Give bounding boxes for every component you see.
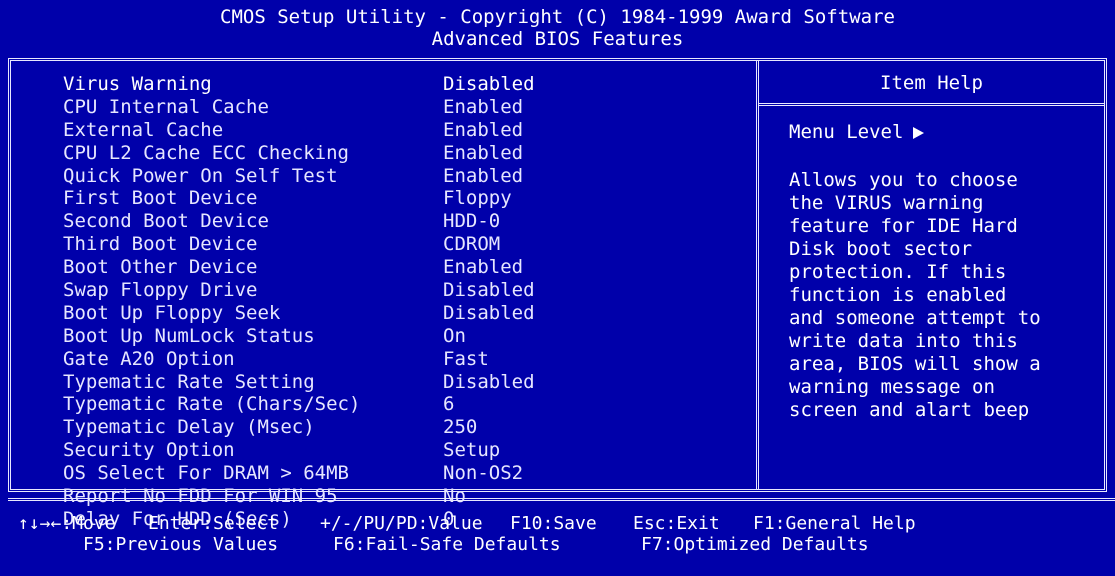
- setting-value[interactable]: Disabled: [443, 371, 535, 394]
- setting-label: Quick Power On Self Test: [63, 164, 338, 187]
- setting-boot-up-floppy-seek[interactable]: Boot Up Floppy Seek Disabled: [63, 302, 743, 325]
- setting-swap-floppy-drive[interactable]: Swap Floppy Drive Disabled: [63, 279, 743, 302]
- setting-value[interactable]: Enabled: [443, 96, 523, 119]
- setting-typematic-rate[interactable]: Typematic Rate (Chars/Sec) 6: [63, 393, 743, 416]
- setting-cpu-l2-cache-ecc[interactable]: CPU L2 Cache ECC Checking Enabled: [63, 142, 743, 165]
- help-line: function is enabled: [789, 284, 1007, 306]
- setting-label: Gate A20 Option: [63, 347, 235, 370]
- menu-level-label: Menu Level: [789, 121, 904, 143]
- setting-label: Virus Warning: [63, 73, 212, 95]
- key-select-hint: Enter:Select: [148, 513, 279, 534]
- setting-typematic-delay[interactable]: Typematic Delay (Msec) 250: [63, 416, 743, 439]
- setting-security-option[interactable]: Security Option Setup: [63, 439, 743, 462]
- key-exit-hint: Esc:Exit: [633, 513, 720, 534]
- setting-value[interactable]: 6: [443, 393, 454, 416]
- setting-os-select-dram[interactable]: OS Select For DRAM > 64MB Non-OS2: [63, 462, 743, 485]
- help-line: warning message on: [789, 376, 995, 398]
- utility-title: CMOS Setup Utility - Copyright (C) 1984-…: [220, 6, 895, 28]
- setting-third-boot-device[interactable]: Third Boot Device CDROM: [63, 233, 743, 256]
- setting-first-boot-device[interactable]: First Boot Device Floppy: [63, 187, 743, 210]
- setting-value[interactable]: Floppy: [443, 187, 512, 210]
- setting-label: Swap Floppy Drive: [63, 279, 258, 302]
- key-optimized-hint: F7:Optimized Defaults: [641, 534, 869, 555]
- setting-label: Typematic Rate (Chars/Sec): [63, 393, 361, 416]
- setting-value[interactable]: Disabled: [443, 279, 535, 302]
- setting-value[interactable]: HDD-0: [443, 210, 500, 233]
- key-help-bar: ↑↓→←:Move Enter:Select +/-/PU/PD:Value F…: [8, 498, 1115, 576]
- setting-value[interactable]: On: [443, 325, 466, 348]
- setting-value[interactable]: Enabled: [443, 142, 523, 165]
- help-line: Disk boot sector: [789, 238, 973, 260]
- help-line: and someone attempt to: [789, 307, 1041, 329]
- setting-value[interactable]: Non-OS2: [443, 462, 523, 485]
- setting-value[interactable]: Disabled: [443, 302, 535, 325]
- key-fail-safe-hint: F6:Fail-Safe Defaults: [333, 534, 561, 555]
- help-line: the VIRUS warning: [789, 192, 984, 214]
- setting-value[interactable]: 250: [443, 416, 477, 439]
- help-divider: [759, 103, 1104, 106]
- setting-label: CPU Internal Cache: [63, 95, 269, 118]
- key-save-hint: F10:Save: [510, 513, 597, 534]
- key-value-hint: +/-/PU/PD:Value: [320, 513, 483, 534]
- setting-label: Security Option: [63, 439, 235, 462]
- help-line: protection. If this: [789, 261, 1007, 283]
- setting-boot-up-numlock-status[interactable]: Boot Up NumLock Status On: [63, 325, 743, 348]
- setting-label: Typematic Delay (Msec): [63, 416, 315, 439]
- setting-quick-power-on-self-test[interactable]: Quick Power On Self Test Enabled: [63, 165, 743, 188]
- setting-label: Typematic Rate Setting: [63, 370, 315, 393]
- setting-gate-a20-option[interactable]: Gate A20 Option Fast: [63, 348, 743, 371]
- setting-value[interactable]: Setup: [443, 439, 500, 462]
- setting-value[interactable]: Fast: [443, 348, 489, 371]
- setting-value[interactable]: Enabled: [443, 119, 523, 142]
- right-arrow-icon: [913, 126, 925, 139]
- bios-header: CMOS Setup Utility - Copyright (C) 1984-…: [0, 0, 1115, 58]
- settings-list: Virus Warning Disabled CPU Internal Cach…: [63, 73, 743, 531]
- item-help-title: Item Help: [880, 72, 983, 94]
- setting-label: First Boot Device: [63, 187, 258, 210]
- setting-label: Boot Up NumLock Status: [63, 324, 315, 347]
- menu-level: Menu Level: [789, 120, 925, 144]
- help-line: area, BIOS will show a: [789, 353, 1041, 375]
- setting-label: Boot Other Device: [63, 256, 258, 279]
- help-line: write data into this: [789, 330, 1018, 352]
- setting-value[interactable]: Enabled: [443, 256, 523, 279]
- vertical-divider: [756, 61, 759, 489]
- key-general-help-hint: F1:General Help: [753, 513, 916, 534]
- key-previous-values-hint: F5:Previous Values: [83, 534, 279, 555]
- setting-label: Boot Up Floppy Seek: [63, 301, 281, 324]
- setting-label: CPU L2 Cache ECC Checking: [63, 141, 349, 164]
- setting-typematic-rate-setting[interactable]: Typematic Rate Setting Disabled: [63, 371, 743, 394]
- setting-value[interactable]: Enabled: [443, 165, 523, 188]
- setting-label: Second Boot Device: [63, 210, 269, 233]
- help-line: feature for IDE Hard: [789, 215, 1018, 237]
- setting-value[interactable]: Disabled: [443, 73, 535, 96]
- setting-boot-other-device[interactable]: Boot Other Device Enabled: [63, 256, 743, 279]
- setting-cpu-internal-cache[interactable]: CPU Internal Cache Enabled: [63, 96, 743, 119]
- setting-label: External Cache: [63, 118, 224, 141]
- setting-label: OS Select For DRAM > 64MB: [63, 462, 349, 485]
- setting-value[interactable]: CDROM: [443, 233, 500, 256]
- setting-label: Third Boot Device: [63, 233, 258, 256]
- help-line: Allows you to choose: [789, 169, 1018, 191]
- page-title: Advanced BIOS Features: [431, 28, 684, 50]
- help-text: Allows you to choose the VIRUS warning f…: [789, 169, 1109, 422]
- main-frame: Virus Warning Disabled CPU Internal Cach…: [8, 58, 1109, 530]
- help-line: screen and alart beep: [789, 399, 1030, 421]
- key-move-hint: ↑↓→←:Move: [18, 513, 116, 534]
- setting-external-cache[interactable]: External Cache Enabled: [63, 119, 743, 142]
- setting-second-boot-device[interactable]: Second Boot Device HDD-0: [63, 210, 743, 233]
- setting-virus-warning[interactable]: Virus Warning Disabled: [63, 73, 743, 96]
